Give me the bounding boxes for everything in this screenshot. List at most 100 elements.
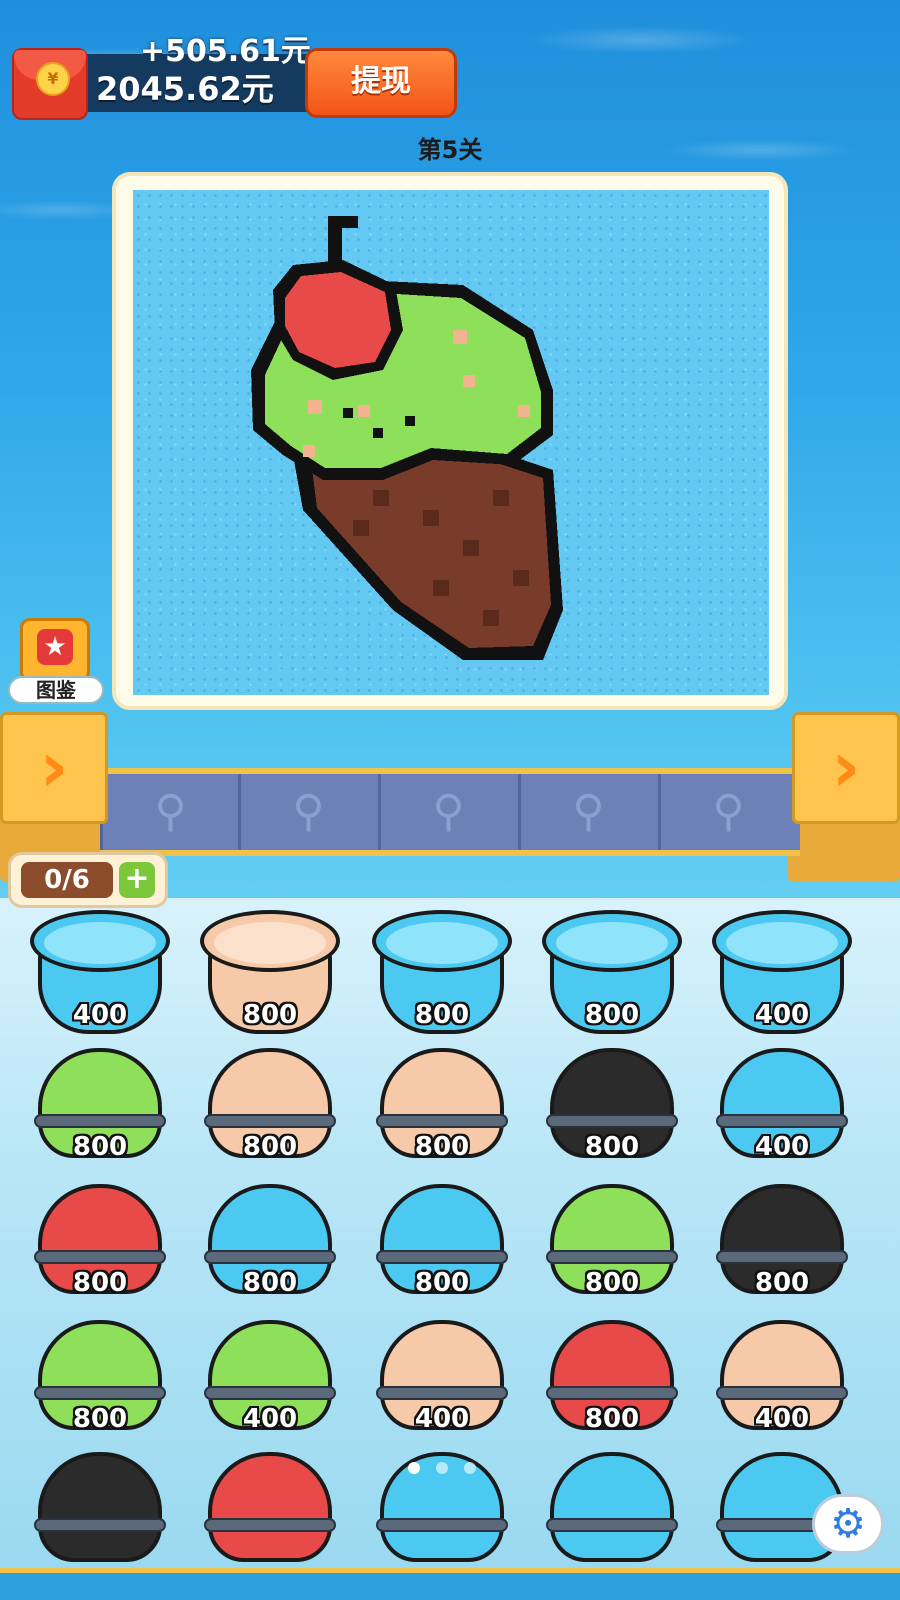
bucket-red[interactable]: 800 — [542, 1312, 682, 1440]
bucket-band — [716, 1386, 848, 1400]
bucket-band — [376, 1250, 508, 1264]
bucket-green[interactable]: 800 — [30, 1040, 170, 1168]
bucket-capacity: 800 — [242, 1000, 298, 1030]
bucket-blue[interactable]: 800 — [372, 908, 512, 1036]
bucket-peach[interactable]: 400 — [372, 1312, 512, 1440]
bucket-band — [204, 1114, 336, 1128]
bucket-capacity: 800 — [584, 1132, 640, 1162]
trowel-icon: ⚲ — [100, 774, 238, 850]
page-dot — [464, 1462, 476, 1474]
bucket-capacity: 800 — [72, 1404, 128, 1434]
bucket-blue[interactable]: 400 — [30, 908, 170, 1036]
bucket-body — [208, 1452, 332, 1562]
bucket-capacity: 400 — [414, 1404, 470, 1434]
bucket-red[interactable] — [200, 1444, 340, 1572]
left-arrow-button[interactable]: › — [0, 712, 108, 824]
bucket-band — [546, 1114, 678, 1128]
ice-cream-pixel-art — [251, 216, 563, 660]
bucket-green[interactable]: 400 — [200, 1312, 340, 1440]
cherry — [273, 216, 403, 380]
withdraw-button[interactable]: 提现 — [305, 48, 457, 118]
bucket-capacity: 800 — [584, 1404, 640, 1434]
bucket-band — [34, 1518, 166, 1532]
bucket-band — [716, 1250, 848, 1264]
bucket-capacity: 400 — [242, 1404, 298, 1434]
bucket-capacity: 800 — [414, 1000, 470, 1030]
bucket-blue[interactable]: 400 — [712, 1040, 852, 1168]
bucket-capacity: 800 — [584, 1000, 640, 1030]
page-dot — [436, 1462, 448, 1474]
pixel-canvas — [133, 190, 769, 695]
page-dot — [408, 1462, 420, 1474]
bucket-black[interactable]: 800 — [542, 1040, 682, 1168]
right-pillar-base — [788, 820, 900, 882]
bucket-band — [376, 1386, 508, 1400]
bucket-band — [376, 1114, 508, 1128]
bucket-band — [34, 1114, 166, 1128]
bucket-band — [716, 1114, 848, 1128]
book-icon: ★ — [20, 618, 90, 682]
bucket-blue[interactable]: 800 — [542, 908, 682, 1036]
bucket-opening — [726, 922, 838, 964]
bucket-capacity: 800 — [72, 1268, 128, 1298]
yuan-coin-icon: ¥ — [36, 62, 70, 96]
bucket-capacity: 800 — [242, 1268, 298, 1298]
bucket-band — [546, 1386, 678, 1400]
bucket-black[interactable] — [30, 1444, 170, 1572]
trowel-icon: ⚲ — [378, 774, 516, 850]
trowel-icon: ⚲ — [518, 774, 656, 850]
red-envelope-icon[interactable]: ¥ — [12, 48, 88, 120]
bottom-bar — [0, 1568, 900, 1600]
bucket-capacity: 800 — [754, 1268, 810, 1298]
level-title: 第5关 — [417, 136, 483, 164]
bucket-opening — [214, 922, 326, 964]
bucket-green[interactable]: 800 — [30, 1312, 170, 1440]
bucket-capacity: 400 — [754, 1132, 810, 1162]
bucket-band — [34, 1250, 166, 1264]
bucket-capacity: 800 — [584, 1268, 640, 1298]
bucket-capacity: 800 — [414, 1268, 470, 1298]
bucket-peach[interactable]: 800 — [200, 908, 340, 1036]
bucket-peach[interactable]: 800 — [372, 1040, 512, 1168]
collection-label: 图鉴 — [8, 676, 104, 704]
star-icon: ★ — [37, 629, 73, 665]
bucket-band — [204, 1518, 336, 1532]
bucket-black[interactable]: 800 — [712, 1176, 852, 1304]
bucket-peach[interactable]: 800 — [200, 1040, 340, 1168]
gear-icon[interactable]: ⚙ — [812, 1494, 884, 1554]
bucket-body — [38, 1452, 162, 1562]
bucket-band — [546, 1250, 678, 1264]
bucket-capacity: 400 — [754, 1000, 810, 1030]
bucket-band — [204, 1250, 336, 1264]
conveyor-belt: ⚲ ⚲ ⚲ ⚲ ⚲ — [100, 768, 800, 856]
bucket-band — [204, 1386, 336, 1400]
bucket-body — [550, 1452, 674, 1562]
bucket-band — [546, 1518, 678, 1532]
bucket-capacity: 800 — [414, 1132, 470, 1162]
bucket-capacity: 800 — [72, 1132, 128, 1162]
bucket-capacity: 400 — [72, 1000, 128, 1030]
bucket-blue[interactable] — [542, 1444, 682, 1572]
slot-count: 0/6 — [21, 862, 113, 898]
right-arrow-button[interactable]: › — [792, 712, 900, 824]
trowel-icon: ⚲ — [238, 774, 376, 850]
add-slot-button[interactable]: + — [119, 862, 155, 898]
bucket-band — [376, 1518, 508, 1532]
bucket-opening — [556, 922, 668, 964]
bucket-blue[interactable]: 800 — [200, 1176, 340, 1304]
bucket-peach[interactable]: 400 — [712, 1312, 852, 1440]
trowel-icon: ⚲ — [658, 774, 796, 850]
collection-button[interactable]: ★ 图鉴 — [8, 618, 104, 704]
bucket-blue[interactable]: 800 — [372, 1176, 512, 1304]
bucket-green[interactable]: 800 — [542, 1176, 682, 1304]
picture-frame — [112, 172, 788, 710]
bucket-blue[interactable]: 400 — [712, 908, 852, 1036]
bucket-red[interactable]: 800 — [30, 1176, 170, 1304]
page-indicator — [408, 1462, 488, 1474]
bucket-capacity: 400 — [754, 1404, 810, 1434]
slot-counter: 0/6 + — [8, 852, 168, 908]
balance-amount: 2045.62元 — [96, 70, 274, 108]
bucket-opening — [44, 922, 156, 964]
bucket-capacity: 800 — [242, 1132, 298, 1162]
bucket-band — [34, 1386, 166, 1400]
